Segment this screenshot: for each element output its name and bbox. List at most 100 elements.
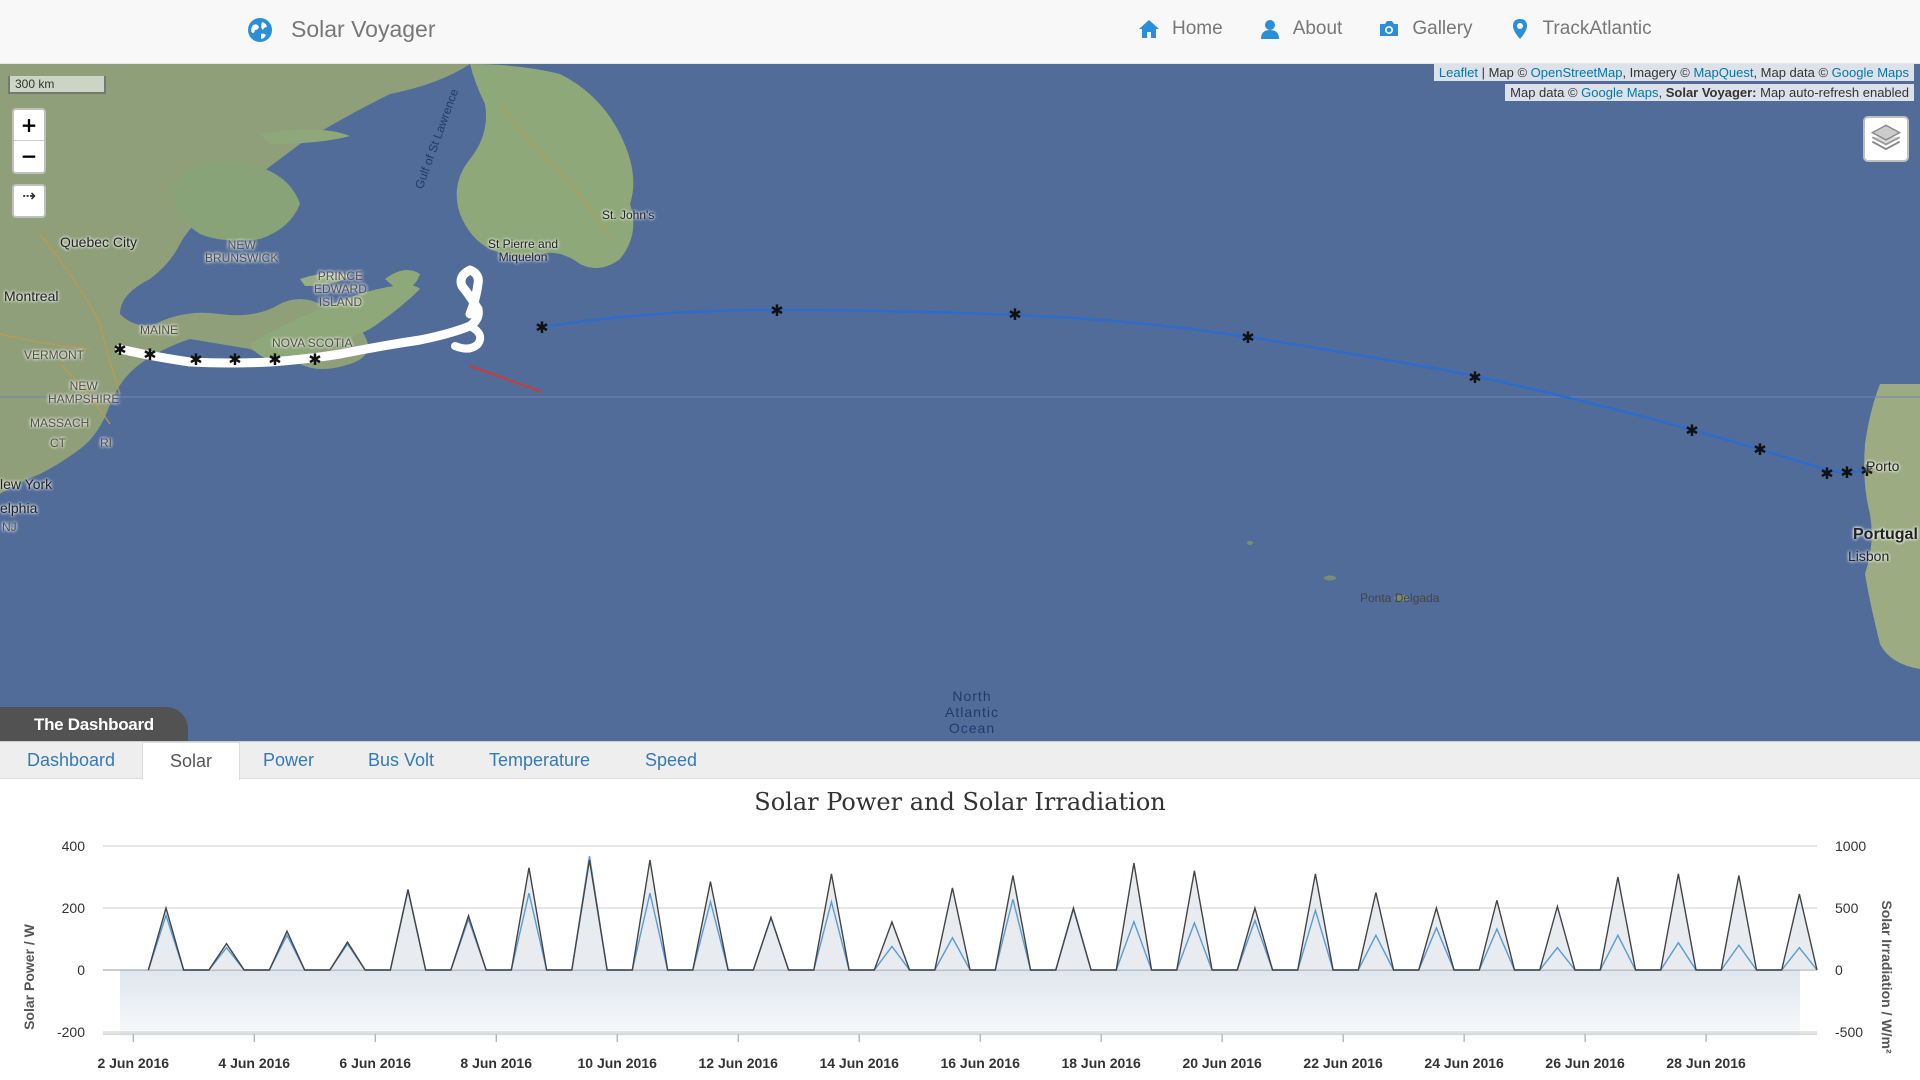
map-label-philadelphia: elphia	[0, 500, 38, 516]
y-tick-label: 200	[62, 900, 86, 916]
osm-link[interactable]: OpenStreetMap	[1531, 65, 1623, 80]
nav-about-label: About	[1292, 18, 1343, 39]
waypoint-marker: ✱	[228, 350, 241, 369]
camera-icon	[1380, 21, 1399, 36]
brand[interactable]: Solar Voyager	[247, 16, 435, 43]
map-label-lisbon: Lisbon	[1848, 548, 1890, 564]
waypoint-marker: ✱	[770, 301, 783, 320]
gmaps-link[interactable]: Google Maps	[1832, 65, 1909, 80]
map-label-ponta-delgada: Ponta Delgada	[1360, 591, 1440, 605]
top-navbar: Solar Voyager Home About Gallery TrackAt…	[0, 0, 1920, 64]
waypoint-marker: ✱	[1241, 328, 1254, 347]
map-label-new-brunswick: NEW BRUNSWICK	[205, 238, 279, 265]
waypoint-marker: ✱	[1753, 440, 1766, 459]
x-tick-label: 8 Jun 2016	[460, 1055, 532, 1071]
map-label-porto: Porto	[1866, 458, 1900, 474]
user-icon	[1260, 20, 1279, 39]
y-right-tick-label: 1000	[1835, 838, 1866, 854]
nav-trackatlantic[interactable]: TrackAtlantic	[1509, 18, 1652, 40]
map-label-ri: RI	[100, 436, 112, 450]
waypoint-marker: ✱	[1685, 421, 1698, 440]
map-label-portugal: Portugal	[1853, 526, 1918, 543]
x-tick-label: 24 Jun 2016	[1424, 1055, 1504, 1071]
tab-bus-volt[interactable]: Bus Volt	[341, 742, 461, 780]
tab-bar: Dashboard Solar Power Bus Volt Temperatu…	[0, 741, 1920, 780]
layers-icon	[1870, 124, 1902, 151]
map-attribution-2: Map data © Google Maps, Solar Voyager: M…	[1505, 84, 1914, 101]
x-tick-label: 20 Jun 2016	[1182, 1055, 1262, 1071]
zoom-in-button[interactable]: +	[14, 110, 44, 141]
nav-home[interactable]: Home	[1138, 18, 1223, 40]
x-tick-label: 28 Jun 2016	[1666, 1055, 1746, 1071]
y-tick-label: 0	[77, 962, 85, 978]
waypoint-marker: ✱	[189, 350, 202, 369]
follow-button[interactable]: ⇢	[12, 184, 46, 218]
waypoint-marker: ✱	[113, 340, 126, 359]
attr-text: | Map ©	[1477, 65, 1531, 80]
x-tick-label: 4 Jun 2016	[218, 1055, 290, 1071]
zoom-out-button[interactable]: −	[14, 141, 44, 172]
plot-negative-area	[120, 970, 1800, 1036]
tab-solar[interactable]: Solar	[142, 742, 241, 780]
attr-text: Map auto-refresh enabled	[1756, 85, 1909, 100]
waypoint-marker: ✱	[535, 318, 548, 337]
nav-gallery[interactable]: Gallery	[1378, 18, 1473, 40]
map-label-quebec: Quebec City	[60, 234, 138, 250]
dashboard-title[interactable]: The Dashboard	[0, 707, 188, 741]
waypoint-marker: ✱	[308, 350, 321, 369]
azores-island	[1247, 541, 1253, 545]
waypoint-marker: ✱	[1008, 305, 1021, 324]
planned-route-curve	[541, 308, 1868, 474]
waypoint-marker: ✱	[1840, 463, 1853, 482]
nav-gallery-label: Gallery	[1412, 18, 1473, 39]
x-tick-label: 6 Jun 2016	[339, 1055, 411, 1071]
y-right-tick-label: 500	[1835, 900, 1859, 916]
map-canvas: ✱ ✱ ✱ ✱ ✱ ✱ ✱ ✱ ✱ ✱ ✱ ✱ ✱ ✱ ✱ ✱	[0, 64, 1920, 669]
tab-temperature[interactable]: Temperature	[462, 742, 617, 780]
map-label-ct: CT	[50, 436, 66, 450]
map-marker-icon	[1512, 19, 1527, 39]
y-right-tick-label: -500	[1835, 1024, 1863, 1040]
nav-about[interactable]: About	[1259, 18, 1343, 40]
nav-trackatlantic-label: TrackAtlantic	[1542, 18, 1652, 39]
globe-icon	[248, 17, 272, 42]
track-gap-line	[469, 365, 543, 393]
waypoint-marker: ✱	[1468, 368, 1481, 387]
nav-home-label: Home	[1172, 18, 1223, 39]
solar-power-area	[148, 859, 1817, 970]
gmaps-link[interactable]: Google Maps	[1581, 85, 1658, 100]
attr-text: Map data ©	[1510, 85, 1582, 100]
map[interactable]: ✱ ✱ ✱ ✱ ✱ ✱ ✱ ✱ ✱ ✱ ✱ ✱ ✱ ✱ ✱ ✱ Quebec C…	[0, 64, 1920, 741]
x-tick-label: 2 Jun 2016	[97, 1055, 169, 1071]
map-label-new-york: lew York	[0, 476, 53, 492]
x-tick-label: 12 Jun 2016	[698, 1055, 778, 1071]
y-tick-label: 400	[62, 838, 86, 854]
map-label-st-pierre: St Pierre and Miquelon	[488, 237, 559, 264]
x-tick-label: 14 Jun 2016	[819, 1055, 899, 1071]
map-attribution: Leaflet | Map © OpenStreetMap, Imagery ©…	[1433, 64, 1914, 81]
mapquest-link[interactable]: MapQuest	[1693, 65, 1753, 80]
solar-chart[interactable]: 400 1000 200 500 0 0 -200 -500 Solar Power / W So…	[0, 820, 1920, 1080]
x-tick-label: 26 Jun 2016	[1545, 1055, 1625, 1071]
y-axis-label: Solar Power / W	[21, 923, 37, 1030]
attr-text: , Map data ©	[1753, 65, 1832, 80]
map-label-maine: MAINE	[140, 323, 179, 337]
nav-links: Home About Gallery TrackAtlantic	[1138, 18, 1652, 40]
map-label-ocean: North Atlantic Ocean	[945, 688, 999, 736]
x-tick-label: 18 Jun 2016	[1061, 1055, 1141, 1071]
tab-speed[interactable]: Speed	[618, 742, 724, 780]
brand-name: Solar Voyager	[291, 16, 436, 42]
waypoint-marker: ✱	[268, 350, 281, 369]
layers-button[interactable]	[1863, 116, 1909, 162]
tab-dashboard[interactable]: Dashboard	[0, 742, 142, 780]
leaflet-link[interactable]: Leaflet	[1439, 65, 1478, 80]
x-tick-label: 16 Jun 2016	[940, 1055, 1020, 1071]
attr-text: , Imagery ©	[1622, 65, 1694, 80]
home-icon	[1139, 20, 1159, 38]
map-label-montreal: Montreal	[4, 288, 59, 304]
map-label-new-hampshire: NEW HAMPSHIRE	[48, 379, 120, 406]
tab-power[interactable]: Power	[236, 742, 341, 780]
y-right-tick-label: 0	[1835, 962, 1843, 978]
waypoint-marker: ✱	[1820, 464, 1833, 483]
x-tick-label: 22 Jun 2016	[1303, 1055, 1383, 1071]
